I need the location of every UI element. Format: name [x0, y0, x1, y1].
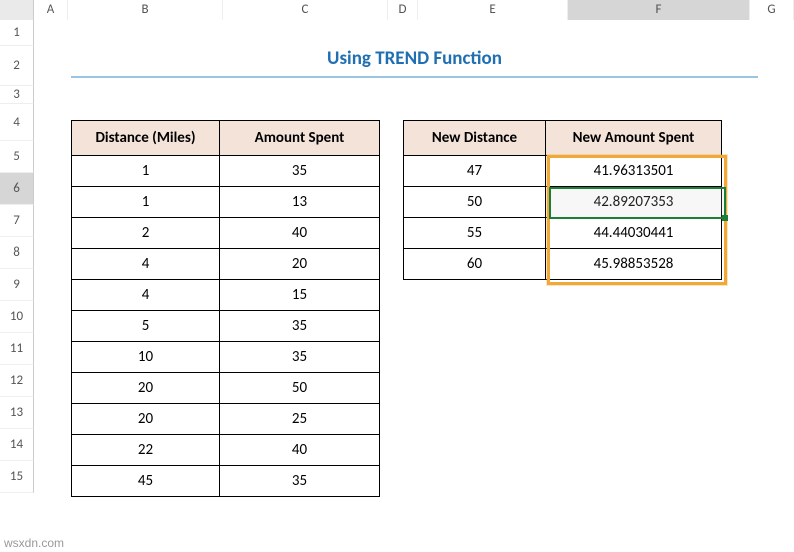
row-header-4[interactable]: 4 — [0, 104, 34, 141]
cell[interactable]: 4 — [72, 249, 220, 280]
row-header-11[interactable]: 11 — [0, 333, 34, 365]
cell[interactable]: 35 — [220, 466, 380, 497]
table-row: 415 — [72, 280, 380, 311]
cell[interactable]: 40 — [220, 218, 380, 249]
th-new-amount-spent[interactable]: New Amount Spent — [546, 121, 722, 156]
row-header-1[interactable]: 1 — [0, 20, 34, 46]
table-row: 113 — [72, 187, 380, 218]
row-header-10[interactable]: 10 — [0, 301, 34, 333]
row-header-12[interactable]: 12 — [0, 365, 34, 397]
cell[interactable]: 60 — [404, 249, 546, 280]
cell[interactable]: 1 — [72, 156, 220, 187]
row-header-8[interactable]: 8 — [0, 237, 34, 269]
col-header-F[interactable]: F — [568, 0, 750, 20]
cell[interactable]: 35 — [220, 342, 380, 373]
row-header-5[interactable]: 5 — [0, 141, 34, 173]
select-all-corner[interactable] — [0, 0, 34, 20]
cell[interactable]: 44.44030441 — [546, 218, 722, 249]
page-title: Using TREND Function — [71, 47, 758, 70]
cell[interactable]: 50 — [404, 187, 546, 218]
cell[interactable]: 5 — [72, 311, 220, 342]
spreadsheet: A B C D E F G 1 2 3 4 5 6 7 8 9 10 11 12… — [0, 0, 794, 552]
cell[interactable]: 13 — [220, 187, 380, 218]
cell[interactable]: 10 — [72, 342, 220, 373]
table-row: 240 — [72, 218, 380, 249]
row-header-15[interactable]: 15 — [0, 461, 34, 493]
table-row: 2050 — [72, 373, 380, 404]
cell[interactable]: 22 — [72, 435, 220, 466]
table-row: 420 — [72, 249, 380, 280]
th-new-distance[interactable]: New Distance — [404, 121, 546, 156]
row-headers: 1 2 3 4 5 6 7 8 9 10 11 12 13 14 15 — [0, 20, 34, 493]
col-header-E[interactable]: E — [418, 0, 568, 20]
table-row: 4741.96313501 — [404, 156, 722, 187]
table-row: 6045.98853528 — [404, 249, 722, 280]
cell[interactable]: 20 — [72, 373, 220, 404]
cell[interactable]: 4 — [72, 280, 220, 311]
cell[interactable]: 47 — [404, 156, 546, 187]
table-row: 535 — [72, 311, 380, 342]
cell[interactable]: 35 — [220, 311, 380, 342]
th-distance[interactable]: Distance (Miles) — [72, 121, 220, 156]
cell[interactable]: 35 — [220, 156, 380, 187]
row-header-3[interactable]: 3 — [0, 86, 34, 104]
table-row: 2025 — [72, 404, 380, 435]
fill-handle[interactable] — [722, 215, 728, 221]
cell[interactable]: 25 — [220, 404, 380, 435]
table-header-row: New Distance New Amount Spent — [404, 121, 722, 156]
watermark: wsxdn.com — [4, 536, 64, 550]
title-underline — [71, 76, 758, 78]
table-new-distance-amount: New Distance New Amount Spent 4741.96313… — [403, 120, 722, 280]
row-header-2[interactable]: 2 — [0, 46, 34, 86]
cell[interactable]: 50 — [220, 373, 380, 404]
cell[interactable]: 1 — [72, 187, 220, 218]
cell[interactable]: 42.89207353 — [546, 187, 722, 218]
row-header-14[interactable]: 14 — [0, 429, 34, 461]
cell[interactable]: 45 — [72, 466, 220, 497]
col-header-D[interactable]: D — [388, 0, 418, 20]
table-row: 5544.44030441 — [404, 218, 722, 249]
grid-content[interactable]: Using TREND Function Distance (Miles) Am… — [34, 20, 794, 552]
cell[interactable]: 20 — [72, 404, 220, 435]
cell[interactable]: 20 — [220, 249, 380, 280]
row-header-13[interactable]: 13 — [0, 397, 34, 429]
cell[interactable]: 2 — [72, 218, 220, 249]
col-header-G[interactable]: G — [750, 0, 794, 20]
column-headers: A B C D E F G — [0, 0, 794, 20]
title-block: Using TREND Function — [71, 47, 758, 78]
col-header-C[interactable]: C — [223, 0, 388, 20]
cell[interactable]: 41.96313501 — [546, 156, 722, 187]
table-row: 4535 — [72, 466, 380, 497]
cell[interactable]: 55 — [404, 218, 546, 249]
table-distance-amount: Distance (Miles) Amount Spent 135 113 24… — [71, 120, 380, 497]
table-header-row: Distance (Miles) Amount Spent — [72, 121, 380, 156]
row-header-6[interactable]: 6 — [0, 173, 34, 205]
col-header-B[interactable]: B — [68, 0, 223, 20]
table-row: 135 — [72, 156, 380, 187]
cell[interactable]: 15 — [220, 280, 380, 311]
col-header-A[interactable]: A — [34, 0, 68, 20]
cell[interactable]: 40 — [220, 435, 380, 466]
row-header-9[interactable]: 9 — [0, 269, 34, 301]
row-header-7[interactable]: 7 — [0, 205, 34, 237]
table-row: 5042.89207353 — [404, 187, 722, 218]
table-row: 2240 — [72, 435, 380, 466]
th-amount-spent[interactable]: Amount Spent — [220, 121, 380, 156]
cell[interactable]: 45.98853528 — [546, 249, 722, 280]
table-row: 1035 — [72, 342, 380, 373]
